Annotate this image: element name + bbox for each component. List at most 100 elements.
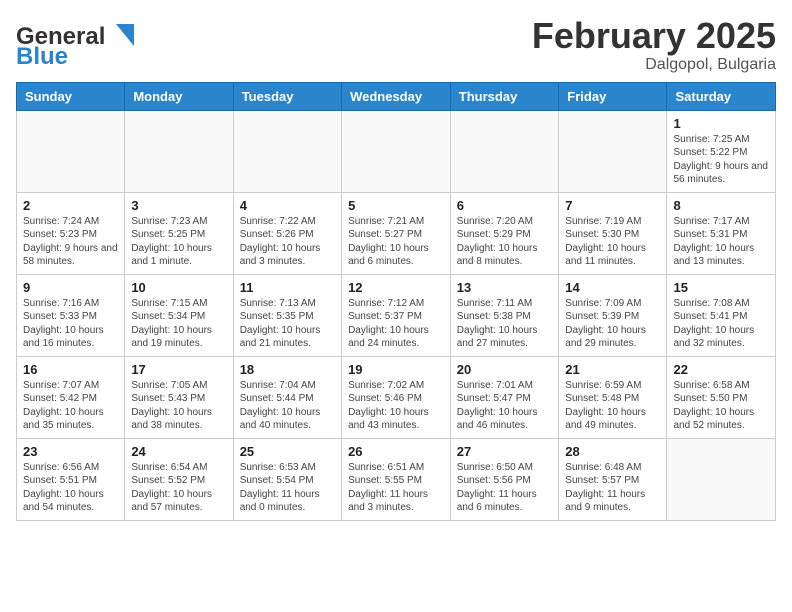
calendar-cell: 12 Sunrise: 7:12 AM Sunset: 5:37 PM Dayli… bbox=[342, 274, 451, 356]
title-area: February 2025 Dalgopol, Bulgaria bbox=[532, 16, 776, 74]
calendar-cell: 4 Sunrise: 7:22 AM Sunset: 5:26 PM Daylig… bbox=[233, 192, 341, 274]
day-info: Sunrise: 7:24 AM Sunset: 5:23 PM Dayligh… bbox=[23, 215, 118, 269]
calendar-week-row: 9 Sunrise: 7:16 AM Sunset: 5:33 PM Daylig… bbox=[17, 274, 776, 356]
location-subtitle: Dalgopol, Bulgaria bbox=[532, 56, 776, 74]
calendar-cell: 25 Sunrise: 6:53 AM Sunset: 5:54 PM Dayli… bbox=[233, 438, 341, 520]
calendar-cell: 3 Sunrise: 7:23 AM Sunset: 5:25 PM Daylig… bbox=[125, 192, 233, 274]
calendar-cell bbox=[450, 110, 559, 192]
day-number: 20 bbox=[457, 362, 553, 377]
day-info: Sunrise: 6:51 AM Sunset: 5:55 PM Dayligh… bbox=[348, 461, 444, 515]
header: General Blue February 2025 Dalgopol, Bul… bbox=[16, 16, 776, 74]
day-number: 18 bbox=[240, 362, 335, 377]
day-info: Sunrise: 7:02 AM Sunset: 5:46 PM Dayligh… bbox=[348, 379, 444, 433]
day-number: 25 bbox=[240, 444, 335, 459]
weekday-header-tuesday: Tuesday bbox=[233, 82, 341, 110]
day-info: Sunrise: 7:15 AM Sunset: 5:34 PM Dayligh… bbox=[131, 297, 226, 351]
calendar-cell bbox=[17, 110, 125, 192]
day-info: Sunrise: 6:54 AM Sunset: 5:52 PM Dayligh… bbox=[131, 461, 226, 515]
day-number: 19 bbox=[348, 362, 444, 377]
calendar-cell: 2 Sunrise: 7:24 AM Sunset: 5:23 PM Daylig… bbox=[17, 192, 125, 274]
day-info: Sunrise: 7:23 AM Sunset: 5:25 PM Dayligh… bbox=[131, 215, 226, 269]
calendar-table: SundayMondayTuesdayWednesdayThursdayFrid… bbox=[16, 82, 776, 521]
day-info: Sunrise: 6:48 AM Sunset: 5:57 PM Dayligh… bbox=[565, 461, 660, 515]
day-number: 16 bbox=[23, 362, 118, 377]
calendar-cell bbox=[125, 110, 233, 192]
day-info: Sunrise: 7:25 AM Sunset: 5:22 PM Dayligh… bbox=[673, 133, 769, 187]
calendar-cell: 17 Sunrise: 7:05 AM Sunset: 5:43 PM Dayli… bbox=[125, 356, 233, 438]
calendar-cell: 8 Sunrise: 7:17 AM Sunset: 5:31 PM Daylig… bbox=[667, 192, 776, 274]
calendar-cell: 11 Sunrise: 7:13 AM Sunset: 5:35 PM Dayli… bbox=[233, 274, 341, 356]
day-info: Sunrise: 7:04 AM Sunset: 5:44 PM Dayligh… bbox=[240, 379, 335, 433]
weekday-header-monday: Monday bbox=[125, 82, 233, 110]
day-info: Sunrise: 7:08 AM Sunset: 5:41 PM Dayligh… bbox=[673, 297, 769, 351]
day-number: 15 bbox=[673, 280, 769, 295]
weekday-header-saturday: Saturday bbox=[667, 82, 776, 110]
calendar-cell: 13 Sunrise: 7:11 AM Sunset: 5:38 PM Dayli… bbox=[450, 274, 559, 356]
day-number: 23 bbox=[23, 444, 118, 459]
day-info: Sunrise: 7:13 AM Sunset: 5:35 PM Dayligh… bbox=[240, 297, 335, 351]
day-number: 24 bbox=[131, 444, 226, 459]
calendar-cell: 5 Sunrise: 7:21 AM Sunset: 5:27 PM Daylig… bbox=[342, 192, 451, 274]
calendar-week-row: 2 Sunrise: 7:24 AM Sunset: 5:23 PM Daylig… bbox=[17, 192, 776, 274]
day-number: 26 bbox=[348, 444, 444, 459]
day-number: 17 bbox=[131, 362, 226, 377]
day-info: Sunrise: 7:01 AM Sunset: 5:47 PM Dayligh… bbox=[457, 379, 553, 433]
day-info: Sunrise: 7:21 AM Sunset: 5:27 PM Dayligh… bbox=[348, 215, 444, 269]
day-number: 2 bbox=[23, 198, 118, 213]
day-info: Sunrise: 6:56 AM Sunset: 5:51 PM Dayligh… bbox=[23, 461, 118, 515]
day-info: Sunrise: 7:11 AM Sunset: 5:38 PM Dayligh… bbox=[457, 297, 553, 351]
weekday-header-row: SundayMondayTuesdayWednesdayThursdayFrid… bbox=[17, 82, 776, 110]
calendar-cell: 23 Sunrise: 6:56 AM Sunset: 5:51 PM Dayli… bbox=[17, 438, 125, 520]
day-number: 5 bbox=[348, 198, 444, 213]
weekday-header-wednesday: Wednesday bbox=[342, 82, 451, 110]
day-info: Sunrise: 6:53 AM Sunset: 5:54 PM Dayligh… bbox=[240, 461, 335, 515]
day-info: Sunrise: 7:22 AM Sunset: 5:26 PM Dayligh… bbox=[240, 215, 335, 269]
calendar-week-row: 16Sunrise: 7:07 AM Sunset: 5:42 PM Dayli… bbox=[17, 356, 776, 438]
day-number: 10 bbox=[131, 280, 226, 295]
svg-text:Blue: Blue bbox=[16, 43, 68, 66]
weekday-header-friday: Friday bbox=[559, 82, 667, 110]
day-info: Sunrise: 6:58 AM Sunset: 5:50 PM Dayligh… bbox=[673, 379, 769, 433]
logo: General Blue bbox=[16, 16, 146, 66]
calendar-cell: 14 Sunrise: 7:09 AM Sunset: 5:39 PM Dayli… bbox=[559, 274, 667, 356]
calendar-cell: 16Sunrise: 7:07 AM Sunset: 5:42 PM Dayli… bbox=[17, 356, 125, 438]
calendar-cell: 18 Sunrise: 7:04 AM Sunset: 5:44 PM Dayli… bbox=[233, 356, 341, 438]
calendar-cell: 1 Sunrise: 7:25 AM Sunset: 5:22 PM Daylig… bbox=[667, 110, 776, 192]
calendar-cell bbox=[233, 110, 341, 192]
day-number: 12 bbox=[348, 280, 444, 295]
day-info: Sunrise: 6:59 AM Sunset: 5:48 PM Dayligh… bbox=[565, 379, 660, 433]
day-info: Sunrise: 7:19 AM Sunset: 5:30 PM Dayligh… bbox=[565, 215, 660, 269]
day-info: Sunrise: 6:50 AM Sunset: 5:56 PM Dayligh… bbox=[457, 461, 553, 515]
calendar-cell bbox=[559, 110, 667, 192]
day-info: Sunrise: 7:12 AM Sunset: 5:37 PM Dayligh… bbox=[348, 297, 444, 351]
weekday-header-thursday: Thursday bbox=[450, 82, 559, 110]
day-info: Sunrise: 7:05 AM Sunset: 5:43 PM Dayligh… bbox=[131, 379, 226, 433]
calendar-cell bbox=[342, 110, 451, 192]
calendar-cell: 10 Sunrise: 7:15 AM Sunset: 5:34 PM Dayli… bbox=[125, 274, 233, 356]
day-number: 14 bbox=[565, 280, 660, 295]
day-number: 8 bbox=[673, 198, 769, 213]
day-info: Sunrise: 7:09 AM Sunset: 5:39 PM Dayligh… bbox=[565, 297, 660, 351]
day-number: 9 bbox=[23, 280, 118, 295]
calendar-cell: 19 Sunrise: 7:02 AM Sunset: 5:46 PM Dayli… bbox=[342, 356, 451, 438]
day-number: 7 bbox=[565, 198, 660, 213]
day-number: 27 bbox=[457, 444, 553, 459]
month-year-title: February 2025 bbox=[532, 16, 776, 56]
day-number: 13 bbox=[457, 280, 553, 295]
day-number: 4 bbox=[240, 198, 335, 213]
day-number: 11 bbox=[240, 280, 335, 295]
calendar-cell: 26 Sunrise: 6:51 AM Sunset: 5:55 PM Dayli… bbox=[342, 438, 451, 520]
day-number: 3 bbox=[131, 198, 226, 213]
calendar-cell bbox=[667, 438, 776, 520]
calendar-cell: 6Sunrise: 7:20 AM Sunset: 5:29 PM Daylig… bbox=[450, 192, 559, 274]
calendar-week-row: 23 Sunrise: 6:56 AM Sunset: 5:51 PM Dayli… bbox=[17, 438, 776, 520]
day-number: 1 bbox=[673, 116, 769, 131]
day-number: 22 bbox=[673, 362, 769, 377]
calendar-cell: 27 Sunrise: 6:50 AM Sunset: 5:56 PM Dayli… bbox=[450, 438, 559, 520]
calendar-cell: 7 Sunrise: 7:19 AM Sunset: 5:30 PM Daylig… bbox=[559, 192, 667, 274]
day-number: 21 bbox=[565, 362, 660, 377]
day-info: Sunrise: 7:17 AM Sunset: 5:31 PM Dayligh… bbox=[673, 215, 769, 269]
logo-icon: General Blue bbox=[16, 16, 146, 66]
day-info: Sunrise: 7:16 AM Sunset: 5:33 PM Dayligh… bbox=[23, 297, 118, 351]
calendar-cell: 9 Sunrise: 7:16 AM Sunset: 5:33 PM Daylig… bbox=[17, 274, 125, 356]
